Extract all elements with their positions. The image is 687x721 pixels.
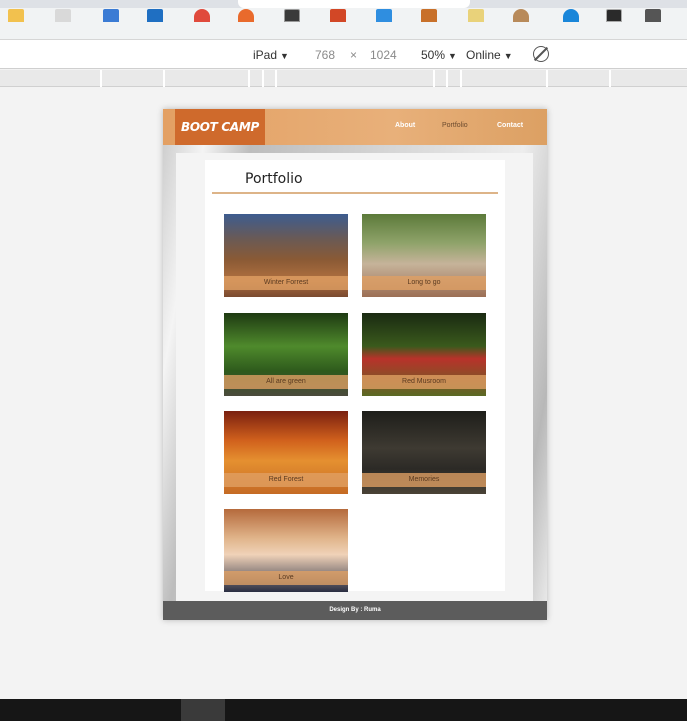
ruler-marker[interactable]: [609, 70, 611, 87]
caret-down-icon: ▼: [448, 51, 457, 61]
nav-contact[interactable]: Contact: [497, 122, 523, 129]
nav-about[interactable]: About: [395, 122, 415, 129]
card-caption: All are green: [224, 375, 348, 389]
ruler-marker[interactable]: [248, 70, 250, 87]
card-caption: Love: [224, 571, 348, 585]
site-logo[interactable]: BOOT CAMP: [175, 109, 265, 145]
portfolio-card[interactable]: Memories: [362, 411, 486, 494]
vscode-icon[interactable]: [376, 9, 392, 22]
ruler-marker[interactable]: [100, 70, 102, 87]
ruler-marker[interactable]: [460, 70, 462, 87]
nav-portfolio[interactable]: Portfolio: [442, 122, 468, 129]
content-panel: Portfolio Winter Forrest Long to go All …: [176, 153, 533, 601]
help-icon[interactable]: [563, 9, 579, 22]
zoom-label: 50%: [421, 48, 446, 62]
ruler-marker[interactable]: [275, 70, 277, 87]
portfolio-card[interactable]: All are green: [224, 313, 348, 396]
page-title: Portfolio: [245, 171, 303, 187]
device-select[interactable]: iPad ▼: [253, 48, 289, 63]
portfolio-card[interactable]: Love: [224, 509, 348, 592]
taskbar-active-highlight: [181, 699, 225, 721]
portfolio-card[interactable]: Winter Forrest: [224, 214, 348, 297]
width-input[interactable]: 768: [315, 48, 335, 62]
notepad-icon[interactable]: [468, 9, 484, 22]
card-caption: Long to go: [362, 276, 486, 290]
ruler-marker[interactable]: [262, 70, 264, 87]
visual-studio-icon[interactable]: [103, 9, 119, 22]
file-explorer-icon[interactable]: [8, 9, 24, 22]
times-sign: ×: [350, 48, 358, 62]
powerpoint-icon[interactable]: [330, 9, 346, 22]
site-footer: Design By : Ruma: [163, 601, 547, 620]
portfolio-section: Portfolio Winter Forrest Long to go All …: [205, 160, 505, 592]
firefox-icon[interactable]: [238, 9, 254, 22]
people-icon[interactable]: [606, 9, 622, 22]
store-icon[interactable]: [55, 9, 71, 22]
card-caption: Red Forest: [224, 473, 348, 487]
tray-icon[interactable]: [645, 9, 661, 22]
caret-down-icon: ▼: [503, 51, 513, 61]
card-caption: Memories: [362, 473, 486, 487]
mail-icon[interactable]: [147, 9, 163, 22]
ruler-marker[interactable]: [433, 70, 435, 87]
portfolio-card[interactable]: Red Forest: [224, 411, 348, 494]
caret-down-icon: ▼: [280, 51, 289, 61]
paint-icon[interactable]: [513, 9, 529, 22]
card-caption: Red Musroom: [362, 375, 486, 389]
chrome-icon[interactable]: [194, 9, 210, 22]
terminal-icon[interactable]: [284, 9, 300, 22]
site-navbar: BOOT CAMP About Portfolio Contact: [163, 109, 547, 145]
portfolio-card[interactable]: Long to go: [362, 214, 486, 297]
height-input[interactable]: 1024: [370, 48, 397, 62]
device-viewport: BOOT CAMP About Portfolio Contact Portfo…: [163, 109, 547, 620]
title-divider: [212, 192, 498, 194]
portfolio-card[interactable]: Red Musroom: [362, 313, 486, 396]
throttle-select[interactable]: Online ▼: [466, 48, 513, 63]
device-toolbar: iPad ▼ 768 × 1024 50% ▼ Online ▼: [0, 40, 687, 69]
network-label: Online: [466, 48, 501, 62]
media-query-ruler: [0, 70, 687, 87]
ruler-marker[interactable]: [546, 70, 548, 87]
active-tab[interactable]: [238, 0, 470, 8]
windows-taskbar: [0, 699, 687, 721]
card-caption: Winter Forrest: [224, 276, 348, 290]
device-label: iPad: [253, 48, 278, 62]
app-icon[interactable]: [421, 9, 437, 22]
rotate-icon[interactable]: [533, 46, 549, 62]
ruler-marker[interactable]: [446, 70, 448, 87]
zoom-select[interactable]: 50% ▼: [421, 48, 457, 63]
ruler-marker[interactable]: [163, 70, 165, 87]
